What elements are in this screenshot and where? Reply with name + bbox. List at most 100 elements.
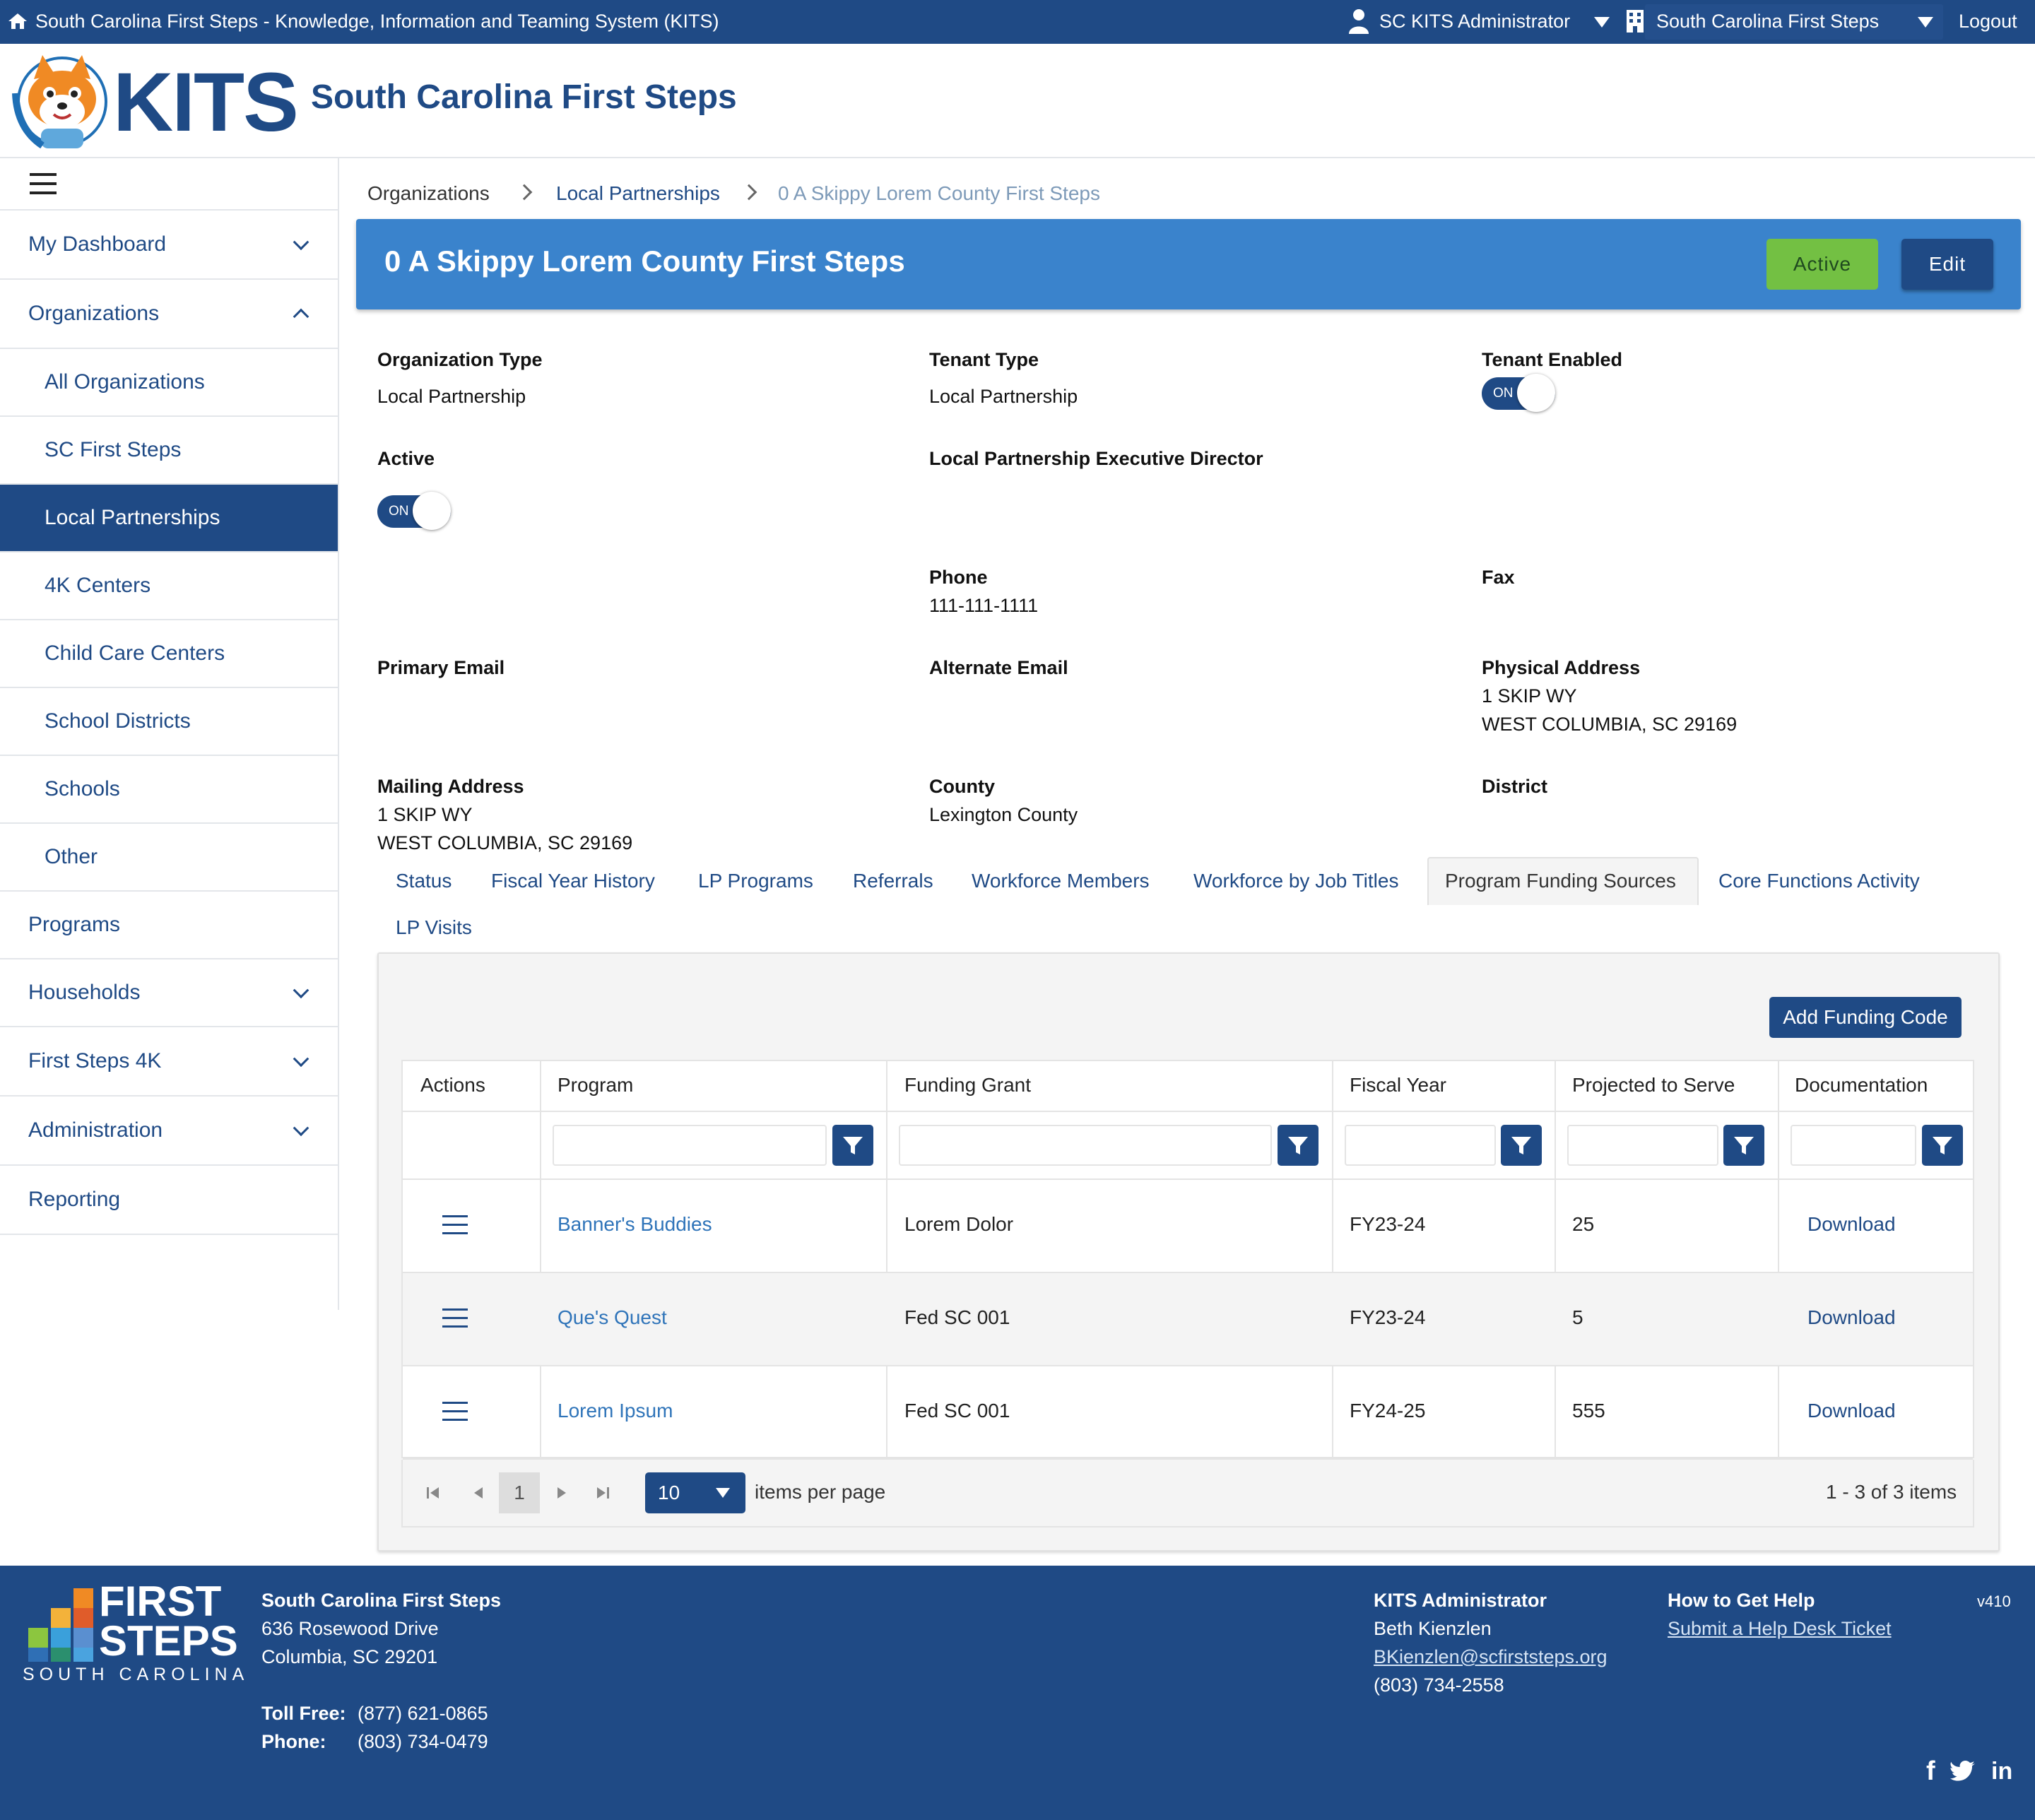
first-page-icon[interactable]	[425, 1485, 441, 1501]
documentation-filter-input[interactable]	[1791, 1125, 1916, 1166]
program-link[interactable]: Lorem Ipsum	[558, 1400, 673, 1422]
download-link[interactable]: Download	[1807, 1400, 1896, 1422]
tab-workforce-members[interactable]: Workforce Members	[972, 858, 1150, 904]
page-title: 0 A Skippy Lorem County First Steps	[384, 244, 905, 278]
tab-fiscal-year-history[interactable]: Fiscal Year History	[491, 858, 655, 904]
funding-grant-cell: Fed SC 001	[904, 1400, 1010, 1422]
projected-cell: 5	[1572, 1306, 1583, 1328]
sidebar-item-my-dashboard[interactable]: My Dashboard	[0, 211, 338, 280]
filter-icon[interactable]	[832, 1125, 873, 1166]
sidebar-item-sc-first-steps[interactable]: SC First Steps	[0, 417, 338, 485]
add-funding-code-button[interactable]: Add Funding Code	[1769, 997, 1962, 1038]
program-link[interactable]: Banner's Buddies	[558, 1213, 712, 1236]
chevron-down-icon[interactable]	[1918, 0, 1933, 44]
filter-icon[interactable]	[1501, 1125, 1542, 1166]
next-page-icon[interactable]	[554, 1485, 570, 1501]
column-header-fiscal-year[interactable]: Fiscal Year	[1350, 1074, 1446, 1097]
filter-icon[interactable]	[1723, 1125, 1764, 1166]
sidebar-item-households[interactable]: Households	[0, 959, 338, 1027]
tab-lp-visits[interactable]: LP Visits	[396, 904, 472, 951]
chevron-down-icon[interactable]	[1594, 0, 1610, 44]
funding-grant-filter-input[interactable]	[899, 1125, 1272, 1166]
tenant-enabled-toggle[interactable]: ON	[1482, 374, 1555, 413]
physical-address-line1: 1 SKIP WY	[1482, 685, 1577, 707]
funding-grant-cell: Lorem Dolor	[904, 1213, 1014, 1235]
row-menu-icon[interactable]	[442, 1402, 468, 1422]
download-link[interactable]: Download	[1807, 1306, 1896, 1329]
footer-admin-email-link[interactable]: BKienzlen@scfirststeps.org	[1374, 1646, 1608, 1668]
prev-page-icon[interactable]	[471, 1485, 486, 1501]
footer-toll-free-label: Toll Free:	[261, 1703, 346, 1724]
breadcrumb-organizations[interactable]: Organizations	[367, 182, 490, 205]
user-menu[interactable]: SC KITS Administrator	[1379, 0, 1570, 44]
last-page-icon[interactable]	[595, 1485, 610, 1501]
projected-filter-input[interactable]	[1567, 1125, 1718, 1166]
tab-status[interactable]: Status	[396, 858, 452, 904]
items-per-page-select[interactable]: 10	[645, 1472, 745, 1513]
status-badge-button[interactable]: Active	[1766, 239, 1878, 290]
twitter-icon[interactable]	[1950, 1761, 1976, 1782]
breadcrumb-local-partnerships[interactable]: Local Partnerships	[556, 182, 720, 205]
help-desk-link[interactable]: Submit a Help Desk Ticket	[1668, 1618, 1892, 1640]
active-label: Active	[377, 448, 435, 469]
phone-value: 111-111-1111	[929, 595, 1039, 616]
sidebar-item-label: Other	[45, 845, 98, 868]
tab-lp-programs[interactable]: LP Programs	[698, 858, 813, 904]
sidebar-item-local-partnerships[interactable]: Local Partnerships	[0, 485, 338, 552]
tab-workforce-by-job-titles[interactable]: Workforce by Job Titles	[1193, 858, 1398, 904]
menu-toggle[interactable]	[0, 158, 338, 211]
active-toggle[interactable]: ON	[377, 492, 451, 531]
sidebar-item-label: My Dashboard	[28, 232, 167, 256]
sidebar-item-reporting[interactable]: Reporting	[0, 1166, 338, 1235]
sidebar-item-organizations[interactable]: Organizations	[0, 280, 338, 349]
fiscal-year-filter-input[interactable]	[1345, 1125, 1496, 1166]
footer-admin-heading: KITS Administrator	[1374, 1590, 1547, 1611]
logout-link[interactable]: Logout	[1959, 0, 2017, 44]
column-header-projected-to-serve[interactable]: Projected to Serve	[1572, 1074, 1735, 1097]
sidebar-item-administration[interactable]: Administration	[0, 1097, 338, 1166]
footer-address1: 636 Rosewood Drive	[261, 1618, 439, 1639]
sidebar-item-schools[interactable]: Schools	[0, 756, 338, 824]
sidebar-item-school-districts[interactable]: School Districts	[0, 688, 338, 756]
tab-program-funding-sources[interactable]: Program Funding Sources	[1445, 858, 1676, 904]
facebook-icon[interactable]: f	[1926, 1756, 1935, 1787]
column-header-actions[interactable]: Actions	[420, 1074, 485, 1097]
sidebar-item-programs[interactable]: Programs	[0, 892, 338, 959]
home-icon[interactable]	[7, 12, 28, 30]
tab-referrals[interactable]: Referrals	[853, 858, 933, 904]
linkedin-icon[interactable]: in	[1991, 1758, 2012, 1785]
user-icon	[1349, 9, 1369, 34]
footer-phone-label: Phone:	[261, 1731, 326, 1752]
organization-selector[interactable]: South Carolina First Steps	[1656, 0, 1879, 44]
sidebar-item-4k-centers[interactable]: 4K Centers	[0, 552, 338, 620]
top-bar: South Carolina First Steps - Knowledge, …	[0, 0, 2035, 44]
column-header-documentation[interactable]: Documentation	[1795, 1074, 1928, 1097]
sidebar-item-first-steps-4k[interactable]: First Steps 4K	[0, 1027, 338, 1097]
column-header-funding-grant[interactable]: Funding Grant	[904, 1074, 1031, 1097]
items-per-page-label: items per page	[755, 1481, 886, 1503]
filter-icon[interactable]	[1278, 1125, 1319, 1166]
sidebar-item-child-care-centers[interactable]: Child Care Centers	[0, 620, 338, 688]
column-header-program[interactable]: Program	[558, 1074, 633, 1097]
sidebar-item-label: 4K Centers	[45, 574, 151, 597]
executive-director-label: Local Partnership Executive Director	[929, 448, 1263, 469]
fiscal-year-cell: FY24-25	[1350, 1400, 1426, 1422]
mailing-address-label: Mailing Address	[377, 776, 524, 797]
row-menu-icon[interactable]	[442, 1215, 468, 1235]
row-menu-icon[interactable]	[442, 1308, 468, 1328]
program-filter-input[interactable]	[553, 1125, 827, 1166]
sidebar-item-all-organizations[interactable]: All Organizations	[0, 349, 338, 417]
current-page-number[interactable]: 1	[499, 1472, 540, 1513]
hamburger-icon[interactable]	[30, 173, 57, 194]
program-link[interactable]: Que's Quest	[558, 1306, 667, 1329]
sidebar-item-other[interactable]: Other	[0, 824, 338, 892]
filter-icon[interactable]	[1922, 1125, 1963, 1166]
district-label: District	[1482, 776, 1548, 797]
edit-button[interactable]: Edit	[1901, 239, 1993, 290]
breadcrumb-separator-icon	[516, 184, 533, 201]
fox-mascot-logo[interactable]	[6, 51, 116, 154]
tab-core-functions-activity[interactable]: Core Functions Activity	[1718, 858, 1920, 904]
footer-admin-phone: (803) 734-2558	[1374, 1674, 1504, 1696]
download-link[interactable]: Download	[1807, 1213, 1896, 1236]
physical-address-line2: WEST COLUMBIA, SC 29169	[1482, 714, 1738, 735]
